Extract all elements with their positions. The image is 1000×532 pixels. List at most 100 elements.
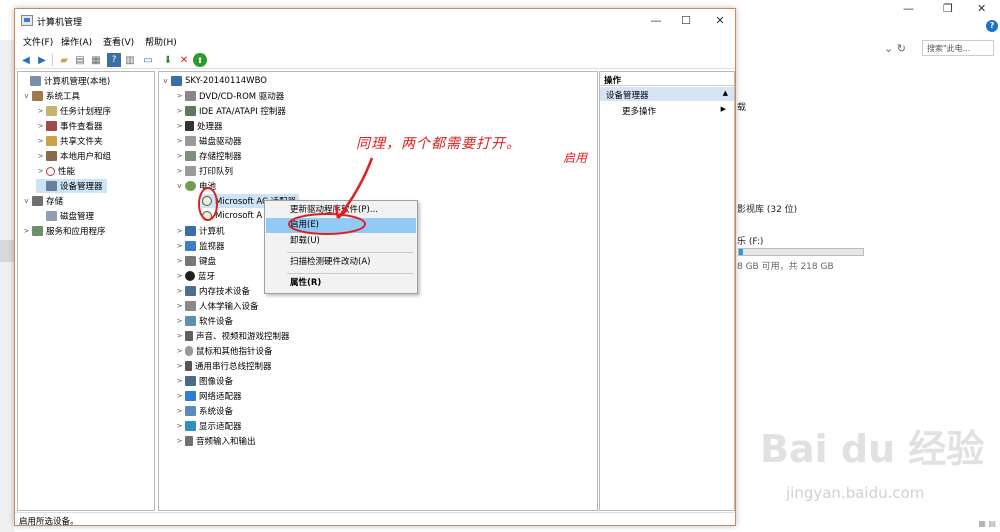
tree-item-system-tools[interactable]: v 系统工具 <box>22 89 80 103</box>
bg-close-icon[interactable]: ✕ <box>977 2 986 15</box>
tree-item-task-scheduler[interactable]: > 任务计划程序 <box>36 104 111 118</box>
tree-item-shared-folders[interactable]: > 共享文件夹 <box>36 134 103 148</box>
bg-refresh-icon[interactable]: ⌄ ↻ <box>884 42 906 55</box>
tree-item-storage[interactable]: v 存储 <box>22 194 63 208</box>
bg-drive-label[interactable]: 乐 (F:) <box>737 234 763 247</box>
menu-file[interactable]: 文件(F) <box>23 35 53 48</box>
help-icon[interactable]: ? <box>107 53 121 67</box>
scan-hardware-icon[interactable]: ▭ <box>141 53 155 67</box>
device-category-battery[interactable]: v 电池 <box>175 179 216 193</box>
chevron-right-icon[interactable]: > <box>175 437 184 445</box>
tree-item-event-viewer[interactable]: > 事件查看器 <box>36 119 103 133</box>
device-category[interactable]: > 蓝牙 <box>175 269 215 283</box>
forward-icon[interactable]: ▶ <box>35 53 49 67</box>
chevron-right-icon[interactable]: > <box>175 347 184 355</box>
device-category[interactable]: > IDE ATA/ATAPI 控制器 <box>175 104 286 118</box>
device-category[interactable]: > 图像设备 <box>175 374 233 388</box>
chevron-down-icon[interactable]: v <box>175 182 184 190</box>
menu-uninstall[interactable]: 卸载(U) <box>266 234 416 249</box>
device-category[interactable]: > 系统设备 <box>175 404 233 418</box>
bg-search-input[interactable]: 搜索"此电... <box>922 40 994 56</box>
chevron-right-icon[interactable]: > <box>175 92 184 100</box>
menu-action[interactable]: 操作(A) <box>61 35 92 48</box>
chevron-right-icon[interactable]: > <box>175 122 184 130</box>
menu-update-driver[interactable]: 更新驱动程序软件(P)... <box>266 203 416 218</box>
chevron-right-icon[interactable]: > <box>36 167 45 175</box>
chevron-down-icon[interactable]: v <box>22 92 31 100</box>
tree-item-local-users[interactable]: > 本地用户和组 <box>36 149 111 163</box>
chevron-right-icon[interactable]: > <box>175 287 184 295</box>
tree-item-services-apps[interactable]: > 服务和应用程序 <box>22 224 106 238</box>
device-category[interactable]: > 磁盘驱动器 <box>175 134 242 148</box>
device-category[interactable]: > 鼠标和其他指针设备 <box>175 344 273 358</box>
device-category[interactable]: > 网络适配器 <box>175 389 242 403</box>
collapse-arrow-icon[interactable]: ▲ <box>723 89 728 97</box>
chevron-down-icon[interactable]: v <box>161 77 170 85</box>
chevron-right-icon[interactable]: > <box>175 377 184 385</box>
device-category[interactable]: > 软件设备 <box>175 314 233 328</box>
more-actions[interactable]: 更多操作 ▶ <box>600 103 734 117</box>
chevron-right-icon[interactable]: > <box>175 422 184 430</box>
uninstall-icon[interactable]: ✕ <box>177 53 191 67</box>
device-category[interactable]: > 内存技术设备 <box>175 284 250 298</box>
tree-item-computer-management[interactable]: 计算机管理(本地) <box>20 74 110 88</box>
device-battery-second[interactable]: Microsoft A <box>201 209 262 223</box>
chevron-right-icon[interactable]: > <box>175 257 184 265</box>
chevron-right-icon[interactable]: > <box>175 362 184 370</box>
device-category[interactable]: > 声音、视频和游戏控制器 <box>175 329 290 343</box>
chevron-right-icon[interactable]: > <box>175 392 184 400</box>
chevron-right-icon[interactable]: > <box>22 227 31 235</box>
actions-section-device-manager[interactable]: 设备管理器 ▲ <box>600 87 734 101</box>
enable-device-icon[interactable]: ⬆ <box>193 53 207 67</box>
menu-help[interactable]: 帮助(H) <box>145 35 177 48</box>
chevron-right-icon[interactable]: > <box>175 272 184 280</box>
device-category[interactable]: > 监视器 <box>175 239 225 253</box>
bg-help-icon[interactable]: ? <box>986 20 998 32</box>
chevron-right-icon[interactable]: > <box>175 137 184 145</box>
chevron-right-icon[interactable]: > <box>175 302 184 310</box>
device-category[interactable]: > 音频输入和输出 <box>175 434 256 448</box>
bg-view-icons[interactable]: ▦ ▤ <box>978 519 996 528</box>
device-category[interactable]: > DVD/CD-ROM 驱动器 <box>175 89 284 103</box>
device-category[interactable]: > 处理器 <box>175 119 223 133</box>
device-category[interactable]: > 打印队列 <box>175 164 233 178</box>
device-category[interactable]: > 键盘 <box>175 254 216 268</box>
device-category[interactable]: > 人体学输入设备 <box>175 299 259 313</box>
bg-minimize-icon[interactable]: — <box>903 2 914 15</box>
menu-enable[interactable]: 启用(E) <box>266 218 416 233</box>
chevron-right-icon[interactable]: > <box>175 167 184 175</box>
bg-library-label[interactable]: 影视库 (32 位) <box>737 202 797 215</box>
chevron-right-icon[interactable]: > <box>36 152 45 160</box>
menu-view[interactable]: 查看(V) <box>103 35 134 48</box>
chevron-right-icon[interactable]: > <box>175 407 184 415</box>
close-button[interactable]: ✕ <box>705 13 735 29</box>
up-folder-icon[interactable]: ▰ <box>57 53 71 67</box>
show-tree-icon[interactable]: ▤ <box>73 53 87 67</box>
tree-item-disk-management[interactable]: 磁盘管理 <box>36 209 94 223</box>
action-pane-icon[interactable]: ▥ <box>123 53 137 67</box>
chevron-right-icon[interactable]: > <box>175 227 184 235</box>
chevron-right-icon[interactable]: > <box>175 317 184 325</box>
chevron-right-icon[interactable]: > <box>36 137 45 145</box>
update-driver-icon[interactable]: ⬇ <box>161 53 175 67</box>
maximize-button[interactable]: ☐ <box>671 13 701 29</box>
device-category[interactable]: > 计算机 <box>175 224 225 238</box>
back-icon[interactable]: ◀ <box>19 53 33 67</box>
device-root[interactable]: v SKY-20140114WBO <box>161 74 267 88</box>
chevron-right-icon[interactable]: > <box>175 107 184 115</box>
chevron-right-icon[interactable]: > <box>175 332 184 340</box>
chevron-right-icon[interactable]: > <box>36 107 45 115</box>
chevron-down-icon[interactable]: v <box>22 197 31 205</box>
device-category[interactable]: > 通用串行总线控制器 <box>175 359 272 373</box>
device-category[interactable]: > 存储控制器 <box>175 149 242 163</box>
chevron-right-icon[interactable]: > <box>175 242 184 250</box>
device-category[interactable]: > 显示适配器 <box>175 419 242 433</box>
chevron-right-icon[interactable]: > <box>36 122 45 130</box>
tree-item-performance[interactable]: > 性能 <box>36 164 75 178</box>
menu-properties[interactable]: 属性(R) <box>266 276 416 291</box>
properties-icon[interactable]: ▦ <box>89 53 103 67</box>
minimize-button[interactable]: — <box>641 13 671 29</box>
menu-scan-hardware[interactable]: 扫描检测硬件改动(A) <box>266 255 416 270</box>
tree-item-device-manager[interactable]: 设备管理器 <box>36 179 107 193</box>
chevron-right-icon[interactable]: > <box>175 152 184 160</box>
